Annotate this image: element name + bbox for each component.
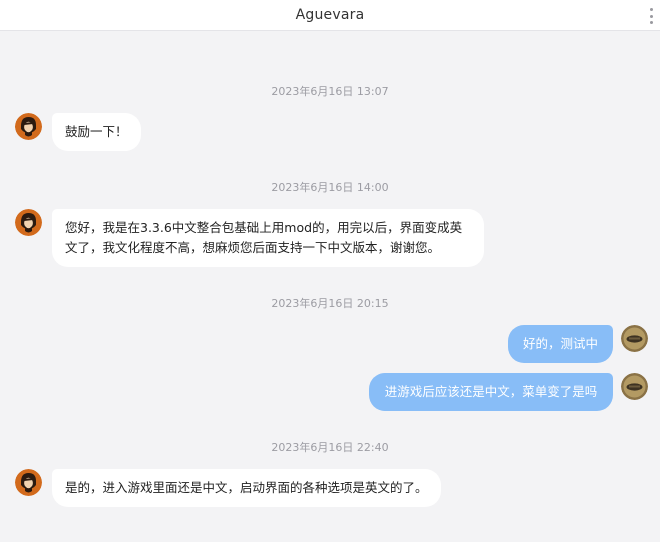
message-bubble-outgoing[interactable]: 好的，测试中 — [508, 325, 613, 363]
more-vertical-icon[interactable] — [646, 8, 656, 24]
timestamp: 2023年6月16日 13:07 — [271, 85, 389, 98]
message-bubble-incoming[interactable]: 是的，进入游戏里面还是中文，启动界面的各种选项是英文的了。 — [52, 469, 441, 507]
timestamp: 2023年6月16日 22:40 — [271, 441, 389, 454]
message-bubble-outgoing[interactable]: 进游戏后应该还是中文，菜单变了是吗 — [369, 373, 613, 411]
message-bubble-incoming[interactable]: 您好，我是在3.3.6中文整合包基础上用mod的，用完以后，界面变成英 文了，我… — [52, 209, 484, 267]
chat-header: Aguevara — [0, 0, 660, 31]
contact-name: Aguevara — [295, 7, 365, 23]
user-avatar[interactable] — [621, 325, 648, 352]
timestamp: 2023年6月16日 14:00 — [271, 181, 389, 194]
chat-window: Aguevara 2023年6月16日 13:07 鼓励一下！ 2023年6月1… — [0, 0, 660, 542]
timestamp: 2023年6月16日 20:15 — [271, 297, 389, 310]
message-line: 文了，我文化程度不高，想麻烦您后面支持一下中文版本，谢谢您。 — [65, 240, 441, 255]
user-avatar[interactable] — [621, 373, 648, 400]
message-bubble-incoming[interactable]: 鼓励一下！ — [52, 113, 141, 151]
contact-avatar[interactable] — [15, 113, 42, 140]
message-line: 您好，我是在3.3.6中文整合包基础上用mod的，用完以后，界面变成英 — [65, 220, 463, 235]
contact-avatar[interactable] — [15, 469, 42, 496]
contact-avatar[interactable] — [15, 209, 42, 236]
